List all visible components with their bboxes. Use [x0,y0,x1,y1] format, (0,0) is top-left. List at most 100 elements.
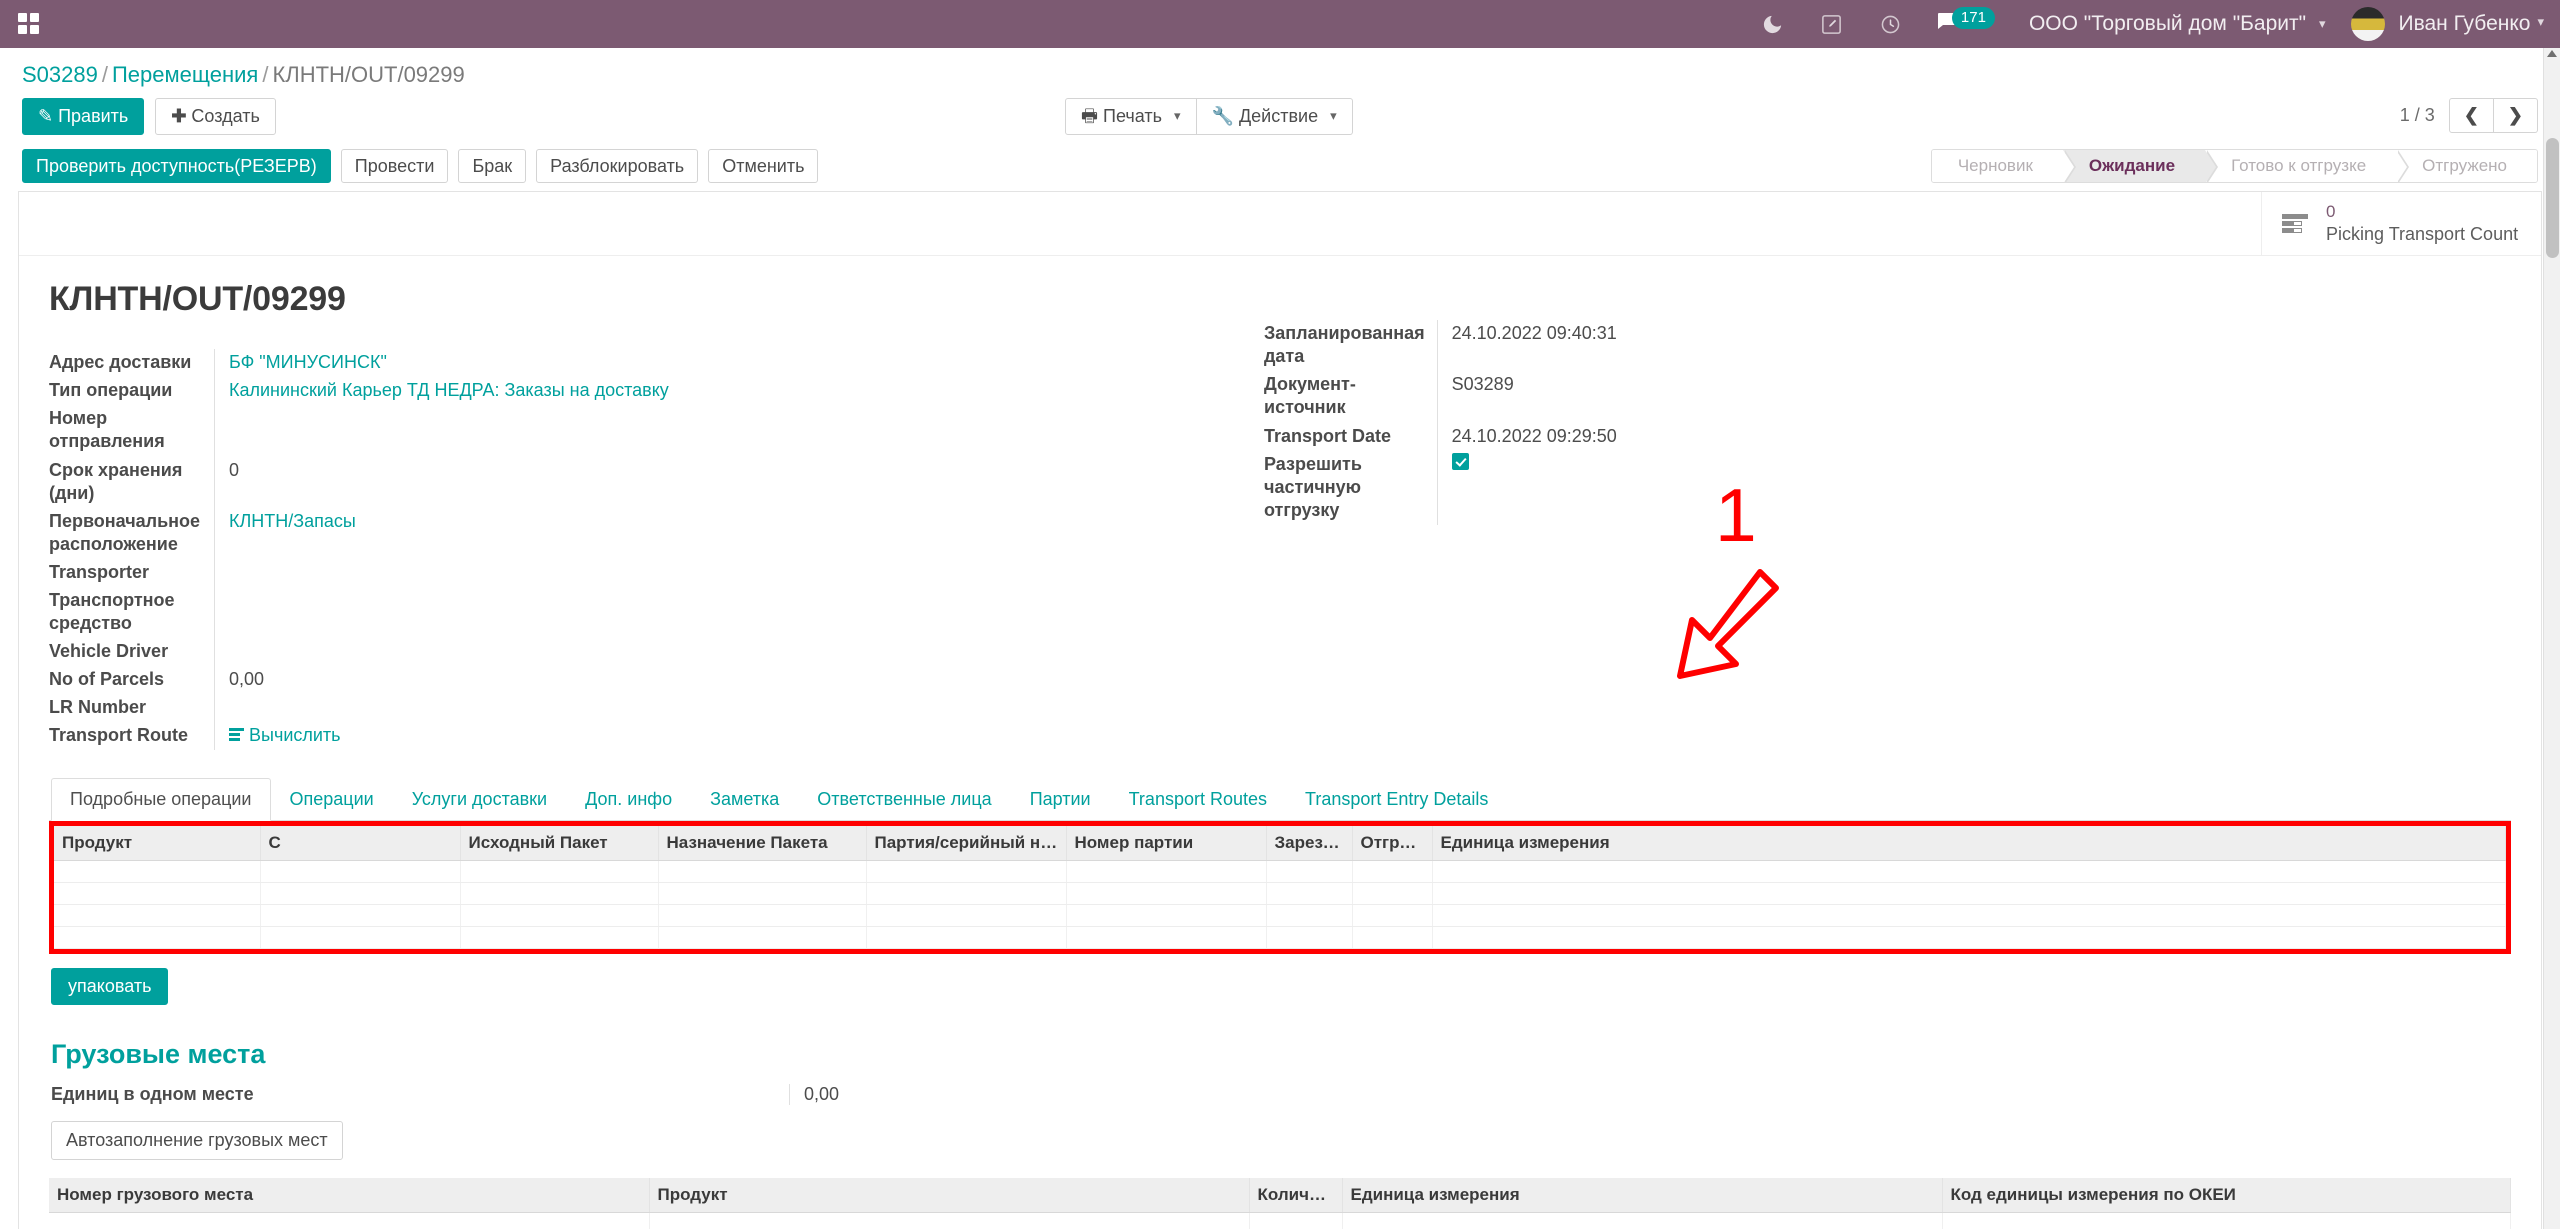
tab-detailed-operations[interactable]: Подробные операции [51,777,271,821]
picking-transport-count-button[interactable]: 0 Picking Transport Count [2261,192,2541,256]
breadcrumb-root[interactable]: S03289 [22,62,98,87]
cancel-button[interactable]: Отменить [708,148,819,184]
check-availability-button[interactable]: Проверить доступность(РЕЗЕРВ) [22,148,331,184]
tab-delivery-services[interactable]: Услуги доставки [393,778,566,821]
apps-grid-icon[interactable] [18,13,40,35]
cell[interactable] [260,926,461,949]
cell[interactable] [49,1212,650,1229]
cell[interactable] [1066,904,1267,927]
breadcrumb-middle[interactable]: Перемещения [112,62,258,87]
column-quantity[interactable]: Количест... [1249,1177,1343,1213]
tab-transport-entry-details[interactable]: Transport Entry Details [1286,778,1507,821]
clock-icon[interactable] [1861,13,1920,36]
field-value[interactable] [214,586,1240,638]
cell[interactable] [1432,882,2506,905]
allow-partial-shipment-checkbox[interactable] [1451,452,1469,470]
column-cargo-place-number[interactable]: Номер грузового места [49,1177,650,1213]
cell[interactable] [866,882,1067,905]
column-uom[interactable]: Единица измерения [1342,1177,1943,1213]
cell[interactable] [1249,1212,1343,1229]
field-value[interactable]: 0 [214,456,1240,508]
user-menu[interactable]: Иван Губенко ▾ [2339,7,2544,41]
operation-type-link[interactable]: Калининский Карьер ТД НЕДРА: Заказы на д… [229,380,669,400]
cell[interactable] [1066,882,1267,905]
cell[interactable] [1432,860,2506,883]
column-from[interactable]: С [260,825,461,861]
cell[interactable] [54,926,261,949]
cell[interactable] [54,860,261,883]
cell[interactable] [1352,860,1433,883]
field-value[interactable]: 0,00 [789,1083,839,1105]
field-value[interactable] [214,405,1240,457]
tab-lots[interactable]: Партии [1011,778,1110,821]
cell[interactable] [1066,926,1267,949]
table-row[interactable] [54,860,2506,883]
vertical-scrollbar[interactable] [2543,48,2560,1229]
scrollbar-thumb[interactable] [2546,138,2559,258]
table-row[interactable] [54,926,2506,949]
column-destination-package[interactable]: Назначение Пакета [658,825,867,861]
print-dropdown[interactable]: 🖶 Печать ▾ [1065,98,1197,135]
column-shipped[interactable]: Отгружен... [1352,825,1433,861]
pager-previous-button[interactable]: ❮ [2448,98,2494,133]
edit-square-icon[interactable] [1802,13,1861,36]
cell[interactable] [1352,904,1433,927]
cell[interactable] [1266,926,1353,949]
tab-responsible-persons[interactable]: Ответственные лица [798,778,1010,821]
cell[interactable] [460,904,659,927]
cell[interactable] [866,860,1067,883]
pager-next-button[interactable]: ❯ [2493,98,2538,133]
tab-additional-info[interactable]: Доп. инфо [566,778,691,821]
cell[interactable] [1352,926,1433,949]
table-row[interactable] [49,1212,2511,1229]
action-dropdown[interactable]: 🔧 Действие ▾ [1196,98,1353,135]
column-product[interactable]: Продукт [649,1177,1250,1213]
messages-button[interactable]: 171 [1920,6,2011,39]
stage-waiting[interactable]: Ожидание [2062,150,2219,183]
compute-transport-route-button[interactable]: Вычислить [229,724,341,747]
cell[interactable] [1352,882,1433,905]
column-source-package[interactable]: Исходный Пакет [460,825,659,861]
moon-icon[interactable] [1743,13,1802,36]
cell[interactable] [460,926,659,949]
cell[interactable] [260,904,461,927]
cell[interactable] [866,904,1067,927]
field-value[interactable] [214,637,1240,666]
create-button[interactable]: ✚ Создать [155,98,276,135]
edit-button[interactable]: ✎ Править [22,98,145,135]
source-location-link[interactable]: КЛНТН/Запасы [229,511,356,531]
unlock-button[interactable]: Разблокировать [536,148,699,184]
cell[interactable] [460,860,659,883]
field-value[interactable] [214,693,1240,722]
stage-done[interactable]: Отгружено [2396,150,2537,183]
company-switcher[interactable]: ООО "Торговый дом "Барит" ▾ [2011,12,2340,36]
stage-draft[interactable]: Черновик [1931,150,2076,183]
table-row[interactable] [54,882,2506,905]
cell[interactable] [658,860,867,883]
column-uom[interactable]: Единица измерения [1432,825,2506,861]
delivery-address-link[interactable]: БФ "МИНУСИНСК" [229,352,387,372]
table-row[interactable] [54,904,2506,927]
column-product[interactable]: Продукт [54,825,261,861]
column-lot-serial[interactable]: Партия/серийный номер [866,825,1067,861]
column-lot-number[interactable]: Номер партии [1066,825,1267,861]
cell[interactable] [1432,904,2506,927]
column-okei-code[interactable]: Код единицы измерения по ОКЕИ [1942,1177,2511,1213]
autofill-cargo-places-button[interactable]: Автозаполнение грузовых мест [51,1120,343,1160]
cell[interactable] [658,904,867,927]
cell[interactable] [1942,1212,2511,1229]
cell[interactable] [1432,926,2506,949]
cell[interactable] [866,926,1067,949]
tab-operations[interactable]: Операции [271,778,393,821]
stage-ready[interactable]: Готово к отгрузке [2205,150,2410,183]
scrap-button[interactable]: Брак [458,148,527,184]
field-value[interactable]: 24.10.2022 09:40:31 [1436,320,1884,372]
tab-note[interactable]: Заметка [691,778,798,821]
cell[interactable] [658,926,867,949]
cell[interactable] [1342,1212,1943,1229]
field-value[interactable] [214,558,1240,587]
cell[interactable] [460,882,659,905]
field-value[interactable]: 0,00 [214,665,1240,694]
cell[interactable] [260,860,461,883]
cell[interactable] [658,882,867,905]
